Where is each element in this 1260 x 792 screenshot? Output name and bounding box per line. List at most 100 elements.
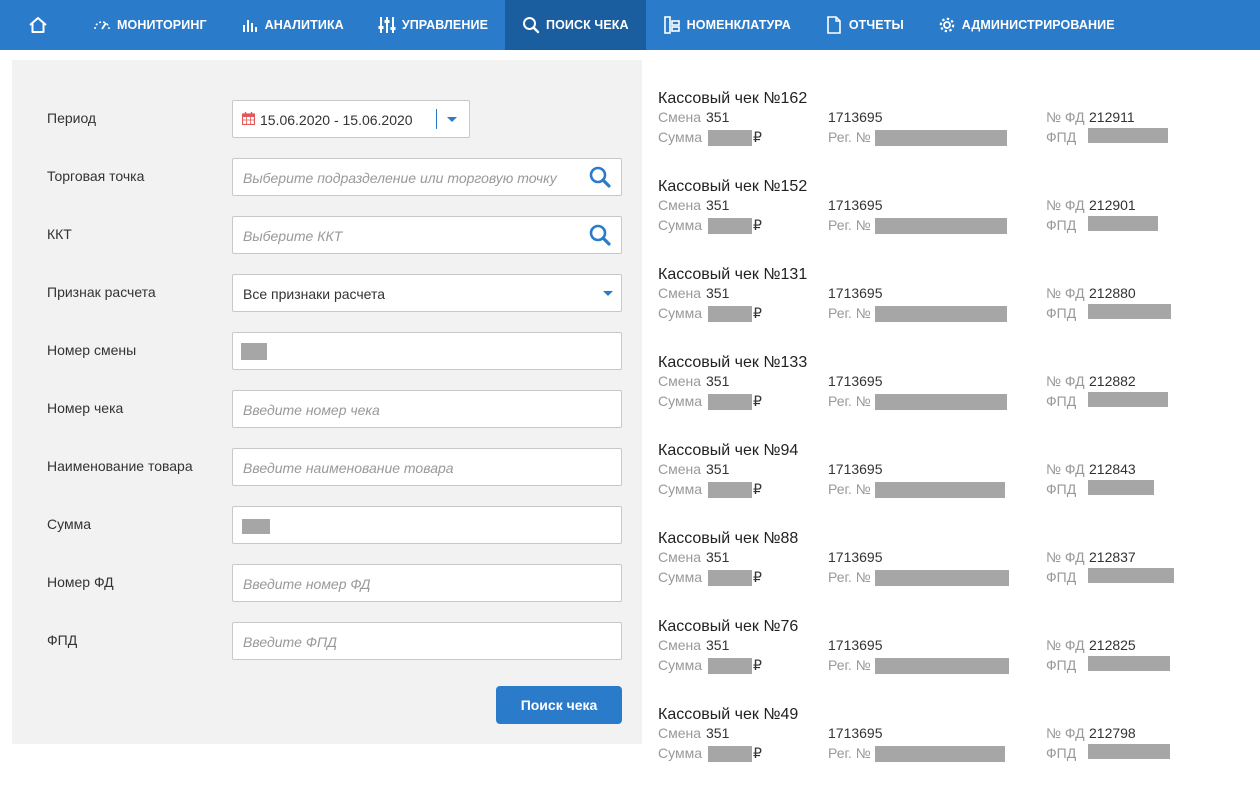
product-name-input[interactable]: Введите наименование товара	[232, 448, 622, 486]
receipt-item[interactable]: Кассовый чек №88 Смена 351 1713695 № ФД …	[658, 528, 1248, 616]
ruble-sign: ₽	[753, 745, 762, 761]
fpd-label: ФПД	[1046, 657, 1077, 673]
shift-value: 351	[706, 549, 730, 565]
receipt-title[interactable]: Кассовый чек №76	[658, 618, 798, 636]
bar-chart-icon	[241, 16, 259, 34]
product-name-row: Наименование товара Введите наименование…	[12, 448, 642, 486]
receipt-item[interactable]: Кассовый чек №152 Смена 351 1713695 № ФД…	[658, 176, 1248, 264]
fd-value: 212880	[1089, 285, 1136, 301]
nav-item-nomenclature[interactable]: НОМЕНКЛАТУРА	[646, 0, 808, 50]
ruble-sign: ₽	[753, 129, 762, 145]
sum-label: Сумма	[658, 305, 702, 321]
nav-item-label: ОТЧЕТЫ	[848, 18, 904, 32]
receipt-title[interactable]: Кассовый чек №94	[658, 442, 798, 460]
redacted-fpd	[1088, 128, 1168, 143]
fd-label: № ФД	[1046, 637, 1085, 653]
ruble-sign: ₽	[753, 393, 762, 409]
divider	[436, 109, 437, 129]
search-receipt-button[interactable]: Поиск чека	[496, 686, 622, 724]
nav-item-label: АНАЛИТИКА	[264, 18, 344, 32]
kkt-value: 1713695	[828, 637, 883, 653]
reg-label: Рег. №	[828, 217, 871, 233]
kkt-label: ККТ	[47, 226, 72, 242]
fpd-label: ФПД	[1046, 305, 1077, 321]
search-icon	[522, 16, 540, 34]
receipt-title[interactable]: Кассовый чек №49	[658, 706, 798, 724]
nav-item-analytics[interactable]: АНАЛИТИКА	[224, 0, 361, 50]
redacted-value	[241, 343, 267, 360]
shift-label: Смена	[658, 637, 702, 653]
redacted-fpd	[1088, 568, 1174, 583]
reg-label: Рег. №	[828, 393, 871, 409]
store-input[interactable]: Выберите подразделение или торговую точк…	[232, 158, 622, 196]
catalog-icon	[663, 16, 681, 34]
fd-label: № ФД	[1046, 725, 1085, 741]
shift-label: Смена	[658, 549, 702, 565]
sum-label: Сумма	[658, 393, 702, 409]
receipt-title[interactable]: Кассовый чек №88	[658, 530, 798, 548]
search-icon[interactable]	[589, 166, 611, 193]
fd-value: 212882	[1089, 373, 1136, 389]
fpd-input[interactable]: Введите ФПД	[232, 622, 622, 660]
redacted-sum	[708, 218, 752, 234]
nav-item-monitoring[interactable]: МОНИТОРИНГ	[76, 0, 224, 50]
sum-row: Сумма	[12, 506, 642, 544]
kkt-row: ККТ Выберите ККТ	[12, 216, 642, 254]
store-row: Торговая точка Выберите подразделение ил…	[12, 158, 642, 196]
fpd-label: ФПД	[1046, 745, 1077, 761]
receipt-item[interactable]: Кассовый чек №133 Смена 351 1713695 № ФД…	[658, 352, 1248, 440]
nav-item-management[interactable]: УПРАВЛЕНИЕ	[361, 0, 505, 50]
nav-item-reports[interactable]: ОТЧЕТЫ	[808, 0, 921, 50]
fd-value: 212825	[1089, 637, 1136, 653]
nav-item-label: УПРАВЛЕНИЕ	[401, 18, 489, 32]
receipt-number-row: Номер чека Введите номер чека	[12, 390, 642, 428]
receipt-item[interactable]: Кассовый чек №76 Смена 351 1713695 № ФД …	[658, 616, 1248, 704]
fd-label: № ФД	[1046, 549, 1085, 565]
chevron-down-icon[interactable]	[447, 117, 457, 122]
receipt-title[interactable]: Кассовый чек №162	[658, 90, 807, 108]
search-icon[interactable]	[589, 224, 611, 251]
receipt-item[interactable]: Кассовый чек №49 Смена 351 1713695 № ФД …	[658, 704, 1248, 792]
kkt-input[interactable]: Выберите ККТ	[232, 216, 622, 254]
nav-home[interactable]	[0, 0, 76, 50]
ruble-sign: ₽	[753, 217, 762, 233]
period-picker[interactable]: 15.06.2020 - 15.06.2020	[232, 100, 470, 138]
receipt-search-form: Период 15.06.2020 - 15.06.2020 Торговая …	[12, 60, 642, 744]
shift-value: 351	[706, 725, 730, 741]
redacted-reg-number	[875, 482, 1005, 498]
fd-label: № ФД	[1046, 197, 1085, 213]
reg-label: Рег. №	[828, 657, 871, 673]
fpd-placeholder: Введите ФПД	[243, 634, 337, 650]
nav-item-label: АДМИНИСТРИРОВАНИЕ	[961, 18, 1115, 32]
nav-item-administration[interactable]: АДМИНИСТРИРОВАНИЕ	[921, 0, 1132, 50]
chevron-down-icon	[603, 291, 613, 296]
sum-label: Сумма	[658, 745, 702, 761]
sum-input[interactable]	[232, 506, 622, 544]
payment-sign-select[interactable]: Все признаки расчета	[232, 274, 622, 312]
redacted-sum	[708, 306, 752, 322]
shift-number-input[interactable]	[232, 332, 622, 370]
redacted-reg-number	[875, 394, 1007, 410]
receipt-title[interactable]: Кассовый чек №131	[658, 266, 807, 284]
nav-item-receipt-search[interactable]: ПОИСК ЧЕКА	[505, 0, 646, 50]
ruble-sign: ₽	[753, 657, 762, 673]
payment-sign-label: Признак расчета	[47, 284, 156, 300]
payment-sign-row: Признак расчета Все признаки расчета	[12, 274, 642, 312]
fpd-label: ФПД	[1046, 481, 1077, 497]
receipt-title[interactable]: Кассовый чек №133	[658, 354, 807, 372]
fd-label: № ФД	[1046, 285, 1085, 301]
shift-value: 351	[706, 637, 730, 653]
fd-number-input[interactable]: Введите номер ФД	[232, 564, 622, 602]
receipt-title[interactable]: Кассовый чек №152	[658, 178, 807, 196]
top-navigation: МОНИТОРИНГ АНАЛИТИКА УПРАВЛЕНИЕ ПОИСК ЧЕ…	[0, 0, 1260, 50]
receipt-item[interactable]: Кассовый чек №162 Смена 351 1713695 № ФД…	[658, 88, 1248, 176]
reg-label: Рег. №	[828, 305, 871, 321]
kkt-placeholder: Выберите ККТ	[243, 228, 343, 244]
ruble-sign: ₽	[753, 305, 762, 321]
kkt-value: 1713695	[828, 197, 883, 213]
receipt-number-input[interactable]: Введите номер чека	[232, 390, 622, 428]
receipt-item[interactable]: Кассовый чек №131 Смена 351 1713695 № ФД…	[658, 264, 1248, 352]
receipt-item[interactable]: Кассовый чек №94 Смена 351 1713695 № ФД …	[658, 440, 1248, 528]
redacted-fpd	[1088, 744, 1170, 759]
fd-number-placeholder: Введите номер ФД	[243, 576, 371, 592]
